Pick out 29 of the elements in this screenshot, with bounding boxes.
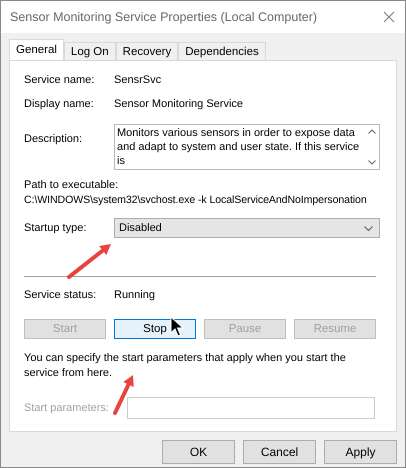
mouse-cursor-icon	[170, 316, 184, 337]
arrow-annotation	[67, 244, 111, 279]
tab[interactable]: Dependencies	[178, 42, 266, 60]
service-status-value: Running	[114, 289, 155, 301]
field-label: Start parameters:	[24, 402, 109, 414]
display-name-value: Sensor Monitoring Service	[114, 98, 244, 110]
field-label: Path to executable:	[24, 179, 120, 191]
tab[interactable]: Recovery	[116, 42, 178, 60]
dialog-button[interactable]: Cancel	[243, 440, 316, 464]
scroll-up-icon[interactable]	[368, 129, 376, 134]
startup-type-dropdown[interactable]: Disabled	[114, 218, 380, 238]
tab[interactable]: Log On	[64, 42, 116, 60]
chevron-down-icon	[364, 226, 373, 230]
window-title: Sensor Monitoring Service Properties (Local Computer)	[10, 10, 318, 24]
field-label: Display name:	[24, 98, 95, 110]
scroll-down-icon[interactable]	[368, 160, 376, 165]
help-text: You can specify the start parameters that apply when you start the service from here.	[24, 351, 347, 381]
field-label: Service status:	[24, 289, 98, 301]
field-label: Description:	[24, 132, 84, 145]
close-icon[interactable]	[383, 11, 395, 23]
service-name-value: SensrSvc	[114, 74, 162, 86]
service-button[interactable]: Stop	[114, 319, 196, 339]
dialog-button[interactable]: OK	[162, 440, 235, 464]
field-label: Startup type:	[24, 222, 88, 234]
field-label: Service name:	[24, 74, 96, 86]
arrow-annotation	[113, 375, 134, 415]
dialog-button[interactable]: Apply	[324, 440, 397, 464]
path-value: C:\WINDOWS\system32\svchost.exe -k LocalServiceAndNoImpersonation	[24, 194, 367, 206]
tab[interactable]: General	[9, 39, 64, 60]
